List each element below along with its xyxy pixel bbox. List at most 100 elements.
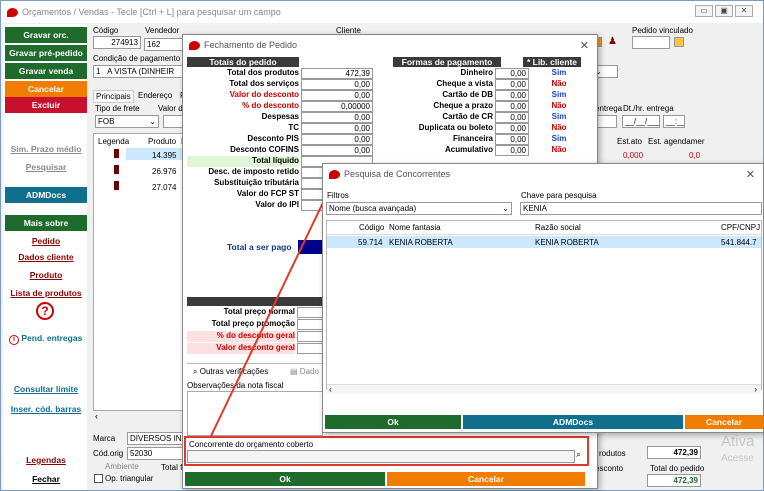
tipo-frete-field[interactable]: FOB ⌄ bbox=[95, 115, 159, 128]
calendar-icon[interactable] bbox=[674, 37, 684, 47]
gravar-orc-button[interactable]: Gravar orc. bbox=[5, 27, 87, 43]
preco-value[interactable] bbox=[297, 307, 325, 318]
fechamento-ok-button[interactable]: Ok bbox=[185, 472, 385, 486]
marca-field[interactable]: DIVERSOS INFR bbox=[127, 432, 187, 445]
preco-value[interactable] bbox=[297, 319, 325, 330]
user-icon[interactable]: ♟ bbox=[608, 36, 618, 48]
tab-endereco[interactable]: Endereço bbox=[138, 91, 172, 100]
pend-entregas-button[interactable]: i Pend. entregas bbox=[5, 330, 87, 346]
codigo-field[interactable]: 274913 bbox=[93, 36, 141, 49]
forma-value[interactable]: 0,00 bbox=[495, 79, 529, 90]
col-header-codigo: Código bbox=[359, 223, 385, 232]
ambiente-label: Ambiente bbox=[105, 462, 139, 471]
forma-lib-cliente: Não bbox=[551, 79, 567, 88]
legend-marker bbox=[114, 165, 119, 174]
totais-value[interactable]: 0,00 bbox=[301, 90, 373, 101]
forma-label: Cartão de DB bbox=[442, 90, 493, 99]
table-row[interactable]: 59.714 KENIA ROBERTA KENIA ROBERTA 541.8… bbox=[327, 236, 761, 248]
pedido-vinculado-field[interactable] bbox=[632, 36, 670, 49]
totais-value[interactable]: 0,00 bbox=[301, 123, 373, 134]
condicao-value: A VISTA (DINHEIR bbox=[107, 67, 175, 76]
forma-value[interactable]: 0,00 bbox=[495, 134, 529, 145]
vendedor-field[interactable]: 162 bbox=[144, 38, 184, 51]
dados-cliente-link[interactable]: Dados cliente bbox=[5, 249, 87, 265]
totais-value[interactable]: 472,39 bbox=[301, 68, 373, 79]
horizontal-scrollbar[interactable]: ‹ › bbox=[327, 384, 761, 394]
scroll-left-icon[interactable]: ‹ bbox=[329, 385, 332, 394]
table-row[interactable]: 27.074 bbox=[152, 183, 176, 192]
pend-entregas-label: Pend. entregas bbox=[21, 333, 83, 343]
table-row[interactable]: 14.395 bbox=[152, 151, 176, 160]
col-header-cpf-cnpj: CPF/CNPJ bbox=[721, 223, 761, 232]
preco-value[interactable] bbox=[297, 331, 325, 342]
forma-lib-cliente: Sim bbox=[551, 90, 567, 99]
dt-entrega-field[interactable]: __/__/____ bbox=[622, 115, 660, 128]
forma-label: Duplicata ou boleto bbox=[418, 123, 493, 132]
concorrente-input[interactable] bbox=[187, 450, 575, 463]
dados-button[interactable]: ▤ Dado bbox=[290, 367, 319, 376]
pesquisa-ok-button[interactable]: Ok bbox=[325, 415, 461, 429]
forma-value[interactable]: 0,00 bbox=[495, 68, 529, 79]
close-icon[interactable]: ✕ bbox=[580, 39, 589, 52]
forma-value[interactable]: 0,00 bbox=[495, 145, 529, 156]
forma-value[interactable]: 0,00 bbox=[495, 101, 529, 112]
forma-value[interactable]: 0,00 bbox=[495, 112, 529, 123]
admdocs-button[interactable]: ADMDocs bbox=[5, 187, 87, 203]
cancelar-button[interactable]: Cancelar bbox=[5, 81, 87, 97]
help-icon[interactable]: ? bbox=[36, 302, 54, 320]
triangular-checkbox[interactable] bbox=[94, 474, 103, 483]
mais-sobre-button[interactable]: Mais sobre bbox=[5, 215, 87, 231]
outras-verificacoes-button[interactable]: ⌕ Outras verificações bbox=[193, 367, 268, 377]
produto-link[interactable]: Produto bbox=[5, 267, 87, 283]
gravar-pre-pedido-button[interactable]: Gravar pré-pedido bbox=[5, 45, 87, 61]
search-icon[interactable]: ⌕ bbox=[576, 449, 581, 460]
filtro-select[interactable]: Nome (busca avançada) ⌄ bbox=[326, 202, 512, 215]
fechamento-cancelar-button[interactable]: Cancelar bbox=[387, 472, 585, 486]
legend-marker bbox=[114, 181, 119, 190]
pesquisar-button[interactable]: Pesquisar bbox=[5, 159, 87, 175]
legendas-link[interactable]: Legendas bbox=[5, 452, 87, 468]
minimize-button[interactable]: ▭ bbox=[695, 5, 713, 17]
table-row[interactable]: 26.976 bbox=[152, 167, 176, 176]
totais-value[interactable]: 0,00000 bbox=[301, 101, 373, 112]
totais-label: Valor do desconto bbox=[229, 90, 299, 99]
scroll-right-icon[interactable]: › bbox=[754, 385, 757, 394]
chave-label: Chave para pesquisa bbox=[521, 191, 597, 200]
inser-cod-barras-link[interactable]: Inser. cód. barras bbox=[5, 401, 87, 417]
fechar-link[interactable]: Fechar bbox=[5, 471, 87, 487]
totais-label: TC bbox=[288, 123, 299, 132]
entrega-field[interactable] bbox=[595, 115, 617, 128]
close-button[interactable]: ✕ bbox=[735, 5, 753, 17]
lista-produtos-link[interactable]: Lista de produtos bbox=[5, 285, 87, 301]
chevron-down-icon: ⌄ bbox=[502, 204, 509, 213]
pedido-vinculado-label: Pedido vinculado bbox=[632, 26, 693, 35]
forma-label: Cartão de CR bbox=[442, 112, 493, 121]
total-pedido-label: Total do pedido bbox=[650, 464, 705, 473]
chave-input[interactable]: KENIA bbox=[520, 202, 762, 215]
tab-principais[interactable]: Principais bbox=[93, 90, 134, 103]
cod-orig-field[interactable]: 52030 bbox=[127, 447, 187, 460]
gravar-venda-button[interactable]: Gravar venda bbox=[5, 63, 87, 79]
totais-label: Substituição tributária bbox=[214, 178, 299, 187]
totais-value[interactable]: 0,00 bbox=[301, 112, 373, 123]
consultar-limite-link[interactable]: Consultar limite bbox=[5, 381, 87, 397]
totais-value[interactable]: 0,00 bbox=[301, 145, 373, 156]
hr-entrega-field[interactable]: __:__ bbox=[663, 115, 685, 128]
maximize-button[interactable]: ▣ bbox=[715, 5, 733, 17]
preco-value[interactable] bbox=[297, 343, 325, 354]
pesquisa-cancelar-button[interactable]: Cancelar bbox=[685, 415, 763, 429]
forma-value[interactable]: 0,00 bbox=[495, 123, 529, 134]
pedido-link[interactable]: Pedido bbox=[5, 233, 87, 249]
totais-value[interactable]: 0,00 bbox=[301, 134, 373, 145]
observacoes-textarea[interactable] bbox=[187, 391, 323, 436]
totais-value[interactable]: 0,00 bbox=[301, 79, 373, 90]
legend-marker bbox=[114, 149, 119, 158]
row-codigo: 59.714 bbox=[358, 238, 383, 247]
close-icon[interactable]: ✕ bbox=[746, 168, 755, 181]
scroll-left-icon[interactable]: ‹ bbox=[95, 411, 105, 421]
condicao-pagamento-field[interactable]: 1 A VISTA (DINHEIR bbox=[93, 65, 193, 78]
excluir-button[interactable]: Excluir bbox=[5, 97, 87, 113]
sim-prazo-medio-button[interactable]: Sim. Prazo médio bbox=[5, 141, 87, 157]
forma-value[interactable]: 0,00 bbox=[495, 90, 529, 101]
pesquisa-admdocs-button[interactable]: ADMDocs bbox=[463, 415, 683, 429]
